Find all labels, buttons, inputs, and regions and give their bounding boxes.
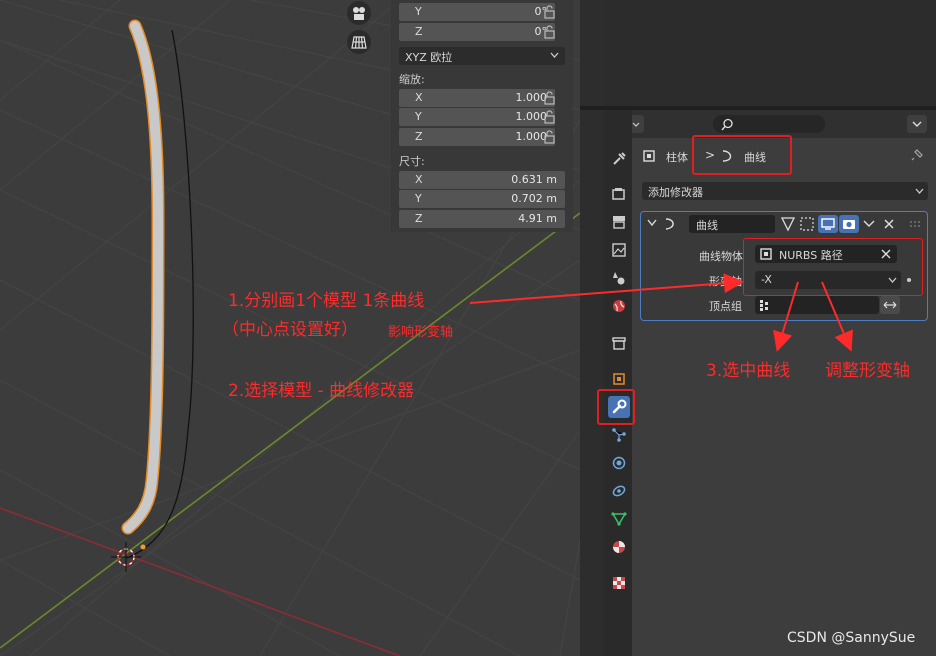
annotation-step1: 1.分别画1个模型 1条曲线	[228, 291, 425, 311]
annotation-step2: 2.选择模型 - 曲线修改器	[228, 381, 415, 401]
watermark: CSDN @SannySue	[787, 630, 916, 646]
annotation-step1-center: （中心点设置好）	[222, 320, 358, 340]
annotation-step3: 3.选中曲线	[706, 361, 791, 381]
annotation-step1-note: 影响形变轴	[388, 325, 454, 340]
annotation-arrows	[469, 273, 853, 352]
annotation-step4: 调整形变轴	[825, 361, 910, 381]
